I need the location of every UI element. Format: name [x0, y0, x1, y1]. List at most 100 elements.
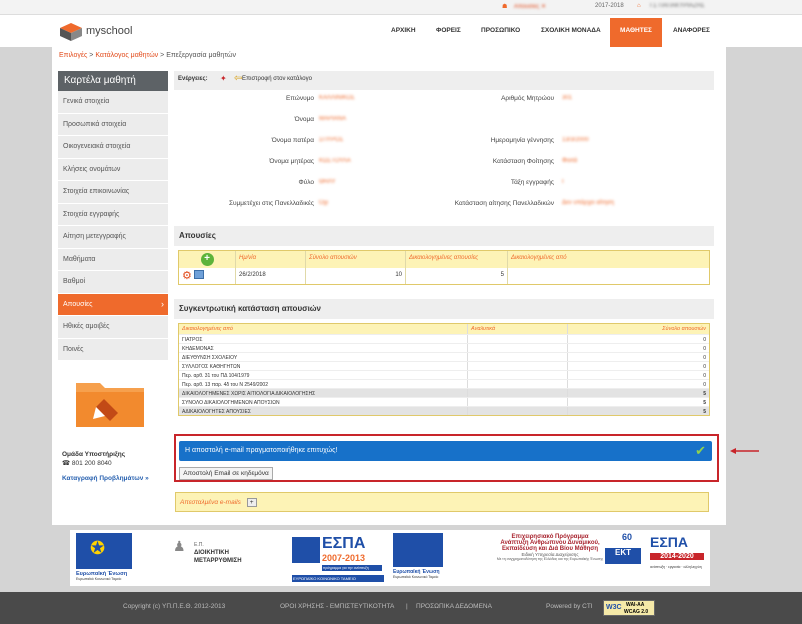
- settings-icon[interactable]: ⚙: [182, 270, 192, 282]
- sidebar-item-contact[interactable]: Στοιχεία επικοινωνίας: [58, 181, 168, 204]
- w3c-badge[interactable]: W3C WAI-AA WCAG 2.0: [603, 600, 655, 616]
- chevron-right-icon: ›: [161, 298, 164, 309]
- table-row: ⚙ 26/2/2018 10 5: [179, 268, 709, 284]
- sidebar-item-label: Απουσίες: [63, 300, 93, 308]
- eu-logo: ✪ Ευρωπαϊκή Ένωση Ευρωπαϊκό Κοινωνικό Τα…: [76, 533, 134, 583]
- sidebar-item-family[interactable]: Οικογενειακά στοιχεία: [58, 136, 168, 159]
- summary-detail: [468, 407, 568, 415]
- expand-toggle[interactable]: +: [246, 498, 257, 507]
- sidebar-item-absences[interactable]: Απουσίες ›: [58, 293, 168, 316]
- summary-label: ΔΙΚΑΙΟΛΟΓΗΜΕΝΕΣ ΧΩΡΙΣ ΑΙΤΙΟΛΟΓΙΑ ΔΙΚΑΙΟΛ…: [179, 389, 468, 397]
- sidebar-item-label: Γενικά στοιχεία: [63, 98, 110, 105]
- breadcrumb-current: Επεξεργασία μαθητών: [166, 52, 236, 59]
- sidebar-item-label: Ποινές: [63, 345, 84, 353]
- pin-icon[interactable]: ✦: [220, 74, 227, 83]
- nav-students[interactable]: ΜΑΘΗΤΕΣ: [610, 18, 662, 47]
- admin-ep: Ε.Π.: [194, 542, 204, 548]
- summary-value: 0: [703, 354, 706, 361]
- sent-emails-label: Απεσταλμένα e-mails: [180, 499, 241, 506]
- breadcrumb-students-list[interactable]: Κατάλογος μαθητών: [95, 52, 158, 59]
- top-absences-link[interactable]: Απουσίες ✕: [514, 3, 546, 10]
- nav-staff[interactable]: ΠΡΟΣΩΠΙΚΟ: [481, 27, 520, 34]
- field-label: Επώνυμο: [286, 95, 314, 102]
- nav-reports[interactable]: ΑΝΑΦΟΡΕΣ: [673, 27, 710, 34]
- summary-table: Δικαιολογημένες από Αναλυτικά Σύνολο απο…: [178, 323, 710, 416]
- summary-value: 5: [703, 399, 706, 406]
- home-icon[interactable]: ⌂: [637, 3, 641, 9]
- support-phone: ☎ 801 200 8040: [62, 460, 112, 467]
- summary-label: ΚΗΔΕΜΟΝΑΣ: [179, 344, 468, 352]
- table-row: ΚΗΔΕΜΟΝΑΣ 0: [179, 343, 709, 352]
- field-value: ΘΗΛΥ: [319, 179, 336, 185]
- summary-label: ΣΥΛΛΟΓΟΣ ΚΑΘΗΓΗΤΩΝ: [179, 362, 468, 370]
- nav-agencies[interactable]: ΦΟΡΕΙΣ: [436, 27, 461, 34]
- footer-terms-link[interactable]: ΟΡΟΙ ΧΡΗΣΗΣ - ΕΜΠΙΣΤΕΥΤΙΚΟΤΗΤΑ: [280, 603, 394, 610]
- sidebar-item-general[interactable]: Γενικά στοιχεία: [58, 91, 168, 114]
- sidebar-item-rewards[interactable]: Ηθικές αμοιβές: [58, 316, 168, 339]
- espa2-title: ΕΣΠΑ: [650, 534, 688, 550]
- espa-fund: ΕΥΡΩΠΑΪΚΟ ΚΟΙΝΩΝΙΚΟ ΤΑΜΕΙΟ: [292, 575, 384, 582]
- field-label: Αριθμός Μητρώου: [501, 95, 554, 102]
- summary-section-title: Συγκεντρωτική κατάσταση απουσιών: [174, 299, 714, 319]
- footer-privacy-link[interactable]: ΠΡΟΣΩΠΙΚΑ ΔΕΔΟΜΕΝΑ: [416, 603, 492, 610]
- row-date: 26/2/2018: [236, 268, 306, 284]
- sidebar-item-courses[interactable]: Μαθήματα: [58, 248, 168, 271]
- field-value: ΣΠΥΡΟΣ: [319, 137, 344, 143]
- breadcrumb-sep-2: >: [160, 52, 165, 59]
- sidebar-item-penalties[interactable]: Ποινές: [58, 338, 168, 361]
- field-label: Όνομα πατέρα: [271, 137, 314, 144]
- calendar-icon[interactable]: [193, 270, 204, 279]
- sidebar-item-grades[interactable]: Βαθμοί: [58, 271, 168, 294]
- nav-home[interactable]: ΑΡΧΙΚΗ: [391, 27, 416, 34]
- field-value: Όχι: [319, 200, 329, 206]
- admin-reform-logo: ♟ Ε.Π. ΔΙΟΙΚΗΤΙΚΗ ΜΕΤΑΡΡΥΘΜΙΣΗ: [170, 538, 265, 582]
- summary-detail: [468, 380, 568, 388]
- summary-label: ΔΙΕΥΘΥΝΣΗ ΣΧΟΛΕΙΟΥ: [179, 353, 468, 361]
- send-email-button[interactable]: Αποστολή Email σε κηδεμόνα: [179, 467, 273, 480]
- main-panel: Ενέργειες: ✦ ⇦ Επιστροφή στον κατάλογο Ε…: [174, 71, 714, 416]
- breadcrumb-sep-1: >: [89, 52, 94, 59]
- table-row: ΣΥΛΛΟΓΟΣ ΚΑΘΗΓΗΤΩΝ 0: [179, 361, 709, 370]
- logo-cube-icon: [60, 23, 82, 41]
- sidebar-item-label: Μαθήματα: [63, 255, 96, 263]
- sidebar-item-label: Ηθικές αμοιβές: [63, 323, 110, 330]
- add-icon[interactable]: +: [200, 253, 214, 266]
- support-link[interactable]: Καταγραφή Προβλημάτων »: [62, 474, 149, 483]
- summary-label: Περ. αρθ. 13 παρ. 4δ του Ν 2549/2002: [179, 380, 468, 388]
- back-to-list-link[interactable]: Επιστροφή στον κατάλογο: [242, 76, 312, 82]
- sidebar-item-personal[interactable]: Προσωπικά στοιχεία: [58, 113, 168, 136]
- myschool-logo[interactable]: myschool: [58, 21, 138, 43]
- summary-detail: [468, 371, 568, 379]
- sent-emails-panel: Απεσταλμένα e-mails +: [175, 492, 709, 512]
- summary-value: 0: [703, 372, 706, 379]
- sponsor-logos: ✪ Ευρωπαϊκή Ένωση Ευρωπαϊκό Κοινωνικό Τα…: [70, 530, 710, 586]
- espa-sub: πρόγραμμα για την ανάπτυξη: [322, 565, 382, 571]
- field-label: Συμμετέχει στις Πανελλαδικές: [228, 200, 314, 207]
- eu-sub: Ευρωπαϊκό Κοινωνικό Ταμείο: [393, 575, 439, 579]
- footer-copyright: Copyright (c) ΥΠ.Π.Ε.Θ. 2012-2013: [123, 603, 226, 610]
- sidebar: Καρτέλα μαθητή Γενικά στοιχεία Προσωπικά…: [58, 71, 168, 361]
- sidebar-item-label: Οικογενειακά στοιχεία: [63, 143, 131, 150]
- espa-2007-logo: ΕΣΠΑ 2007-2013 πρόγραμμα για την ανάπτυξ…: [290, 533, 385, 583]
- years-60: 60: [622, 532, 633, 542]
- summary-table-header: Δικαιολογημένες από Αναλυτικά Σύνολο απο…: [179, 324, 709, 334]
- table-row: ΑΔΙΚΑΙΟΛΟΓΗΤΕΣ ΑΠΟΥΣΙΕΣ 5: [179, 406, 709, 415]
- absences-table-header: + Ημ/νία Σύνολο απουσιών Δικαιολογημένες…: [179, 251, 709, 268]
- summary-detail: [468, 353, 568, 361]
- sidebar-title: Καρτέλα μαθητή: [58, 71, 168, 91]
- sidebar-item-registration[interactable]: Στοιχεία εγγραφής: [58, 203, 168, 226]
- nav-school-unit[interactable]: ΣΧΟΛΙΚΗ ΜΟΝΑΔΑ: [541, 27, 601, 34]
- w3c-label: W3C: [606, 604, 622, 611]
- action-bar: Ενέργειες: ✦ ⇦ Επιστροφή στον κατάλογο: [174, 71, 714, 90]
- wcag-label: WCAG 2.0: [624, 609, 649, 615]
- summary-detail: [468, 362, 568, 370]
- sidebar-item-label: Στοιχεία εγγραφής: [63, 210, 120, 218]
- sidebar-item-transfer[interactable]: Αίτηση μετεγγραφής: [58, 226, 168, 249]
- admin-reform-text: ΔΙΟΙΚΗΤΙΚΗ ΜΕΤΑΡΡΥΘΜΙΣΗ: [194, 550, 242, 564]
- sidebar-item-name-calls[interactable]: Κλήσεις ονομάτων: [58, 158, 168, 181]
- breadcrumb-options[interactable]: Επιλογές: [59, 52, 87, 59]
- summary-label: Περ. αρθ. 31 του ΠΔ 104/1979: [179, 371, 468, 379]
- summary-value: 0: [703, 381, 706, 388]
- eu-flag-icon: ✪: [76, 533, 132, 569]
- sidebar-item-label: Στοιχεία επικοινωνίας: [63, 188, 130, 195]
